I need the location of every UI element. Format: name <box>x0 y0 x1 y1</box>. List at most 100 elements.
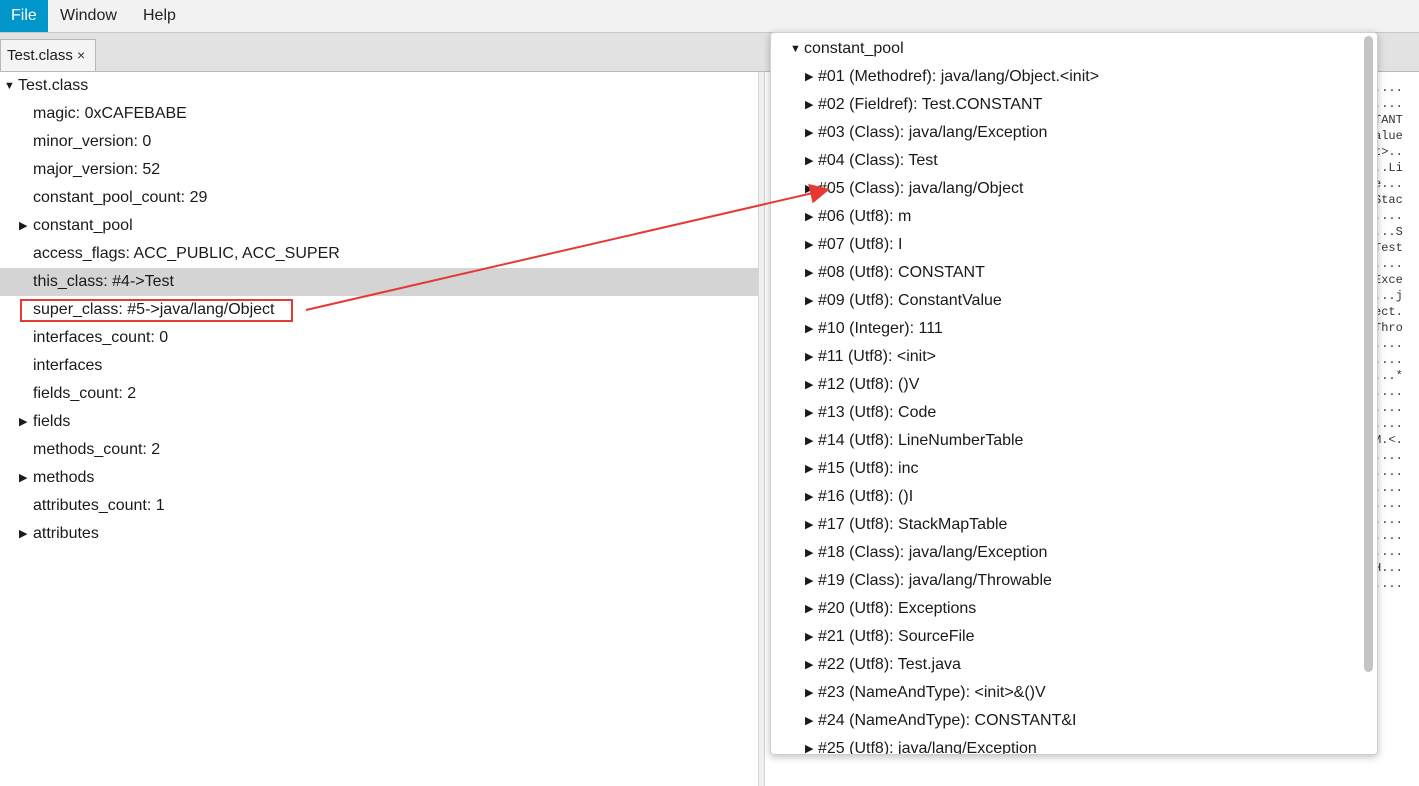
tree-item-access-flags[interactable]: access_flags: ACC_PUBLIC, ACC_SUPER <box>0 240 758 268</box>
collapsed-arrow-icon[interactable]: ▶ <box>805 175 813 203</box>
menu-help[interactable]: Help <box>132 0 187 32</box>
constant-pool-entry[interactable]: ▶ #12 (Utf8): ()V <box>771 371 1361 399</box>
collapsed-arrow-icon[interactable]: ▶ <box>805 455 813 483</box>
collapsed-arrow-icon[interactable]: ▶ <box>805 371 813 399</box>
hex-ascii-line: .... <box>1374 81 1403 95</box>
collapsed-arrow-icon[interactable]: ▶ <box>805 399 813 427</box>
constant-pool-entry[interactable]: ▶ #10 (Integer): 111 <box>771 315 1361 343</box>
tree-item-this-class[interactable]: this_class: #4->Test <box>0 268 758 296</box>
collapsed-arrow-icon[interactable]: ▶ <box>805 483 813 511</box>
tree-item-methods-count[interactable]: methods_count: 2 <box>0 436 758 464</box>
hex-ascii-line: H... <box>1374 561 1403 575</box>
collapsed-arrow-icon[interactable]: ▶ <box>805 427 813 455</box>
constant-pool-entry[interactable]: ▶ #03 (Class): java/lang/Exception <box>771 119 1361 147</box>
collapsed-arrow-icon[interactable]: ▶ <box>19 464 27 492</box>
constant-pool-entry-label: #16 (Utf8): ()I <box>818 488 914 505</box>
constant-pool-entry[interactable]: ▶ #05 (Class): java/lang/Object <box>771 175 1361 203</box>
collapsed-arrow-icon[interactable]: ▶ <box>805 287 813 315</box>
hex-ascii-line: .... <box>1374 545 1403 559</box>
annotation-highlight-box <box>20 299 293 322</box>
popup-scrollbar[interactable] <box>1364 36 1373 672</box>
constant-pool-entry[interactable]: ▶ #04 (Class): Test <box>771 147 1361 175</box>
collapsed-arrow-icon[interactable]: ▶ <box>805 567 813 595</box>
collapsed-arrow-icon[interactable]: ▶ <box>805 259 813 287</box>
collapsed-arrow-icon[interactable]: ▶ <box>805 91 813 119</box>
tree-item-interfaces-count[interactable]: interfaces_count: 0 <box>0 324 758 352</box>
collapsed-arrow-icon[interactable]: ▶ <box>805 119 813 147</box>
collapsed-arrow-icon[interactable]: ▶ <box>19 212 27 240</box>
collapsed-arrow-icon[interactable]: ▶ <box>805 707 813 735</box>
constant-pool-entry[interactable]: ▶ #09 (Utf8): ConstantValue <box>771 287 1361 315</box>
constant-pool-entry-label: #09 (Utf8): ConstantValue <box>818 292 1002 309</box>
constant-pool-entry[interactable]: ▶ #02 (Fieldref): Test.CONSTANT <box>771 91 1361 119</box>
constant-pool-entry[interactable]: ▶ #23 (NameAndType): <init>&()V <box>771 679 1361 707</box>
collapsed-arrow-icon[interactable]: ▶ <box>805 539 813 567</box>
constant-pool-entry[interactable]: ▶ #01 (Methodref): java/lang/Object.<init… <box>771 63 1361 91</box>
collapsed-arrow-icon[interactable]: ▶ <box>805 315 813 343</box>
tree-item-fields[interactable]: ▶ fields <box>0 408 758 436</box>
hex-ascii-line: ..Li <box>1374 161 1403 175</box>
collapsed-arrow-icon[interactable]: ▶ <box>805 735 813 754</box>
tree-item-constant-pool[interactable]: ▶ constant_pool <box>0 212 758 240</box>
tree-item-label: minor_version: 0 <box>33 133 152 150</box>
collapsed-arrow-icon[interactable]: ▶ <box>19 408 27 436</box>
collapsed-arrow-icon[interactable]: ▶ <box>19 520 27 548</box>
tree-item-attributes[interactable]: ▶ attributes <box>0 520 758 548</box>
hex-ascii-line: .... <box>1374 257 1403 271</box>
tree-item-constant-pool-count[interactable]: constant_pool_count: 29 <box>0 184 758 212</box>
tree-item-minor-version[interactable]: minor_version: 0 <box>0 128 758 156</box>
collapsed-arrow-icon[interactable]: ▶ <box>805 63 813 91</box>
constant-pool-popup: ▼ constant_pool ▶ #01 (Methodref): java/l… <box>770 32 1378 755</box>
tree-item-interfaces[interactable]: interfaces <box>0 352 758 380</box>
constant-pool-entry[interactable]: ▶ #16 (Utf8): ()I <box>771 483 1361 511</box>
constant-pool-entry[interactable]: ▶ #17 (Utf8): StackMapTable <box>771 511 1361 539</box>
collapsed-arrow-icon[interactable]: ▶ <box>805 511 813 539</box>
constant-pool-entry[interactable]: ▶ #20 (Utf8): Exceptions <box>771 595 1361 623</box>
hex-ascii-line: .... <box>1374 481 1403 495</box>
tree-item-fields-count[interactable]: fields_count: 2 <box>0 380 758 408</box>
constant-pool-entry[interactable]: ▶ #07 (Utf8): I <box>771 231 1361 259</box>
constant-pool-entry[interactable]: ▶ #15 (Utf8): inc <box>771 455 1361 483</box>
tree-item-major-version[interactable]: major_version: 52 <box>0 156 758 184</box>
constant-pool-entry[interactable]: ▶ #24 (NameAndType): CONSTANT&I <box>771 707 1361 735</box>
constant-pool-entry[interactable]: ▶ #25 (Utf8): java/lang/Exception <box>771 735 1361 754</box>
tab-test-class[interactable]: Test.class × <box>0 39 96 71</box>
collapsed-arrow-icon[interactable]: ▶ <box>805 231 813 259</box>
hex-ascii-line: Stac <box>1374 193 1403 207</box>
constant-pool-entry[interactable]: ▶ #18 (Class): java/lang/Exception <box>771 539 1361 567</box>
popup-root[interactable]: ▼ constant_pool <box>771 35 1361 63</box>
constant-pool-entry[interactable]: ▶ #06 (Utf8): m <box>771 203 1361 231</box>
constant-pool-entry[interactable]: ▶ #14 (Utf8): LineNumberTable <box>771 427 1361 455</box>
constant-pool-entry-label: #15 (Utf8): inc <box>818 460 919 477</box>
constant-pool-entry-label: #22 (Utf8): Test.java <box>818 656 961 673</box>
constant-pool-entry[interactable]: ▶ #21 (Utf8): SourceFile <box>771 623 1361 651</box>
tree-root[interactable]: ▼ Test.class <box>0 72 758 100</box>
tree-item-magic[interactable]: magic: 0xCAFEBABE <box>0 100 758 128</box>
close-icon[interactable]: × <box>77 40 85 71</box>
collapsed-arrow-icon[interactable]: ▶ <box>805 343 813 371</box>
collapsed-arrow-icon[interactable]: ▶ <box>805 147 813 175</box>
constant-pool-entry[interactable]: ▶ #11 (Utf8): <init> <box>771 343 1361 371</box>
collapsed-arrow-icon[interactable]: ▶ <box>805 595 813 623</box>
constant-pool-entry[interactable]: ▶ #08 (Utf8): CONSTANT <box>771 259 1361 287</box>
collapsed-arrow-icon[interactable]: ▶ <box>805 651 813 679</box>
tree-item-label: constant_pool_count: 29 <box>33 189 208 206</box>
tree-item-label: fields <box>33 413 71 430</box>
hex-ascii-line: Test <box>1374 241 1403 255</box>
constant-pool-entry[interactable]: ▶ #22 (Utf8): Test.java <box>771 651 1361 679</box>
constant-pool-entry[interactable]: ▶ #19 (Class): java/lang/Throwable <box>771 567 1361 595</box>
constant-pool-entry-label: #11 (Utf8): <init> <box>818 348 936 365</box>
collapsed-arrow-icon[interactable]: ▶ <box>805 623 813 651</box>
expanded-arrow-icon[interactable]: ▼ <box>790 35 801 63</box>
constant-pool-entry[interactable]: ▶ #13 (Utf8): Code <box>771 399 1361 427</box>
split-pane-divider[interactable] <box>758 72 765 786</box>
collapsed-arrow-icon[interactable]: ▶ <box>805 203 813 231</box>
hex-ascii-line: TANT <box>1374 113 1403 127</box>
collapsed-arrow-icon[interactable]: ▶ <box>805 679 813 707</box>
menu-file[interactable]: File <box>0 0 48 32</box>
expanded-arrow-icon[interactable]: ▼ <box>4 72 15 100</box>
constant-pool-entry-label: #10 (Integer): 111 <box>818 320 943 337</box>
tree-item-methods[interactable]: ▶ methods <box>0 464 758 492</box>
menu-window[interactable]: Window <box>49 0 128 32</box>
tree-item-attributes-count[interactable]: attributes_count: 1 <box>0 492 758 520</box>
